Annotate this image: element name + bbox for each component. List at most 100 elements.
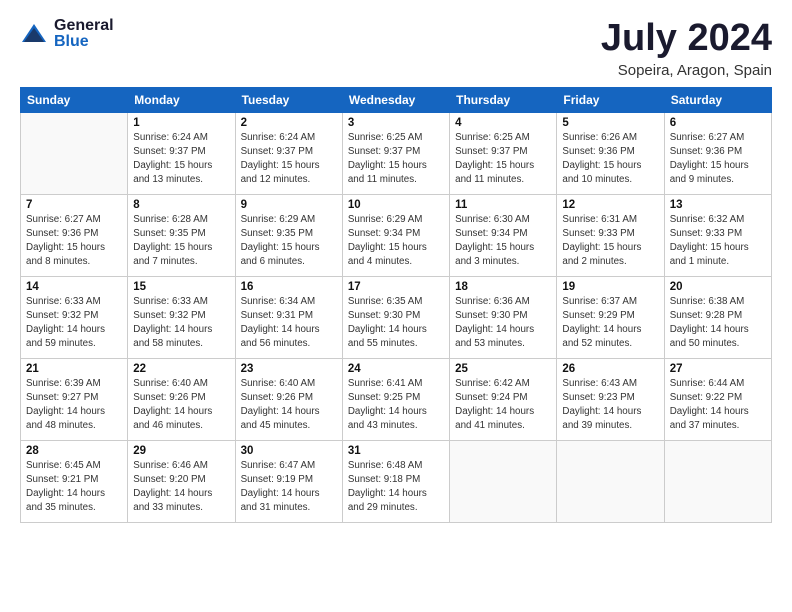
calendar-cell: 6 Sunrise: 6:27 AM Sunset: 9:36 PM Daylig… <box>664 112 771 194</box>
calendar-cell: 31Sunrise: 6:48 AM Sunset: 9:18 PM Dayli… <box>342 440 449 522</box>
day-number: 13 <box>670 199 766 211</box>
day-info: Sunrise: 6:30 AM Sunset: 9:34 PM Dayligh… <box>455 213 551 270</box>
calendar-cell: 20 Sunrise: 6:38 AM Sunset: 9:28 PM Dayli… <box>664 276 771 358</box>
logo-icon <box>20 20 48 48</box>
logo-general: General <box>54 18 114 34</box>
calendar-cell: 26 Sunrise: 6:43 AM Sunset: 9:23 PM Dayli… <box>557 358 664 440</box>
calendar-cell: 10Sunrise: 6:29 AM Sunset: 9:34 PM Dayli… <box>342 194 449 276</box>
day-number: 1 <box>133 117 229 129</box>
calendar-cell: 2 Sunrise: 6:24 AM Sunset: 9:37 PM Daylig… <box>235 112 342 194</box>
subtitle: Sopeira, Aragon, Spain <box>601 62 772 79</box>
day-info: Sunrise: 6:24 AM Sunset: 9:37 PM Dayligh… <box>133 131 229 188</box>
calendar-cell: 11 Sunrise: 6:30 AM Sunset: 9:34 PM Dayli… <box>450 194 557 276</box>
calendar-cell: 7Sunrise: 6:27 AM Sunset: 9:36 PM Daylig… <box>21 194 128 276</box>
day-info: Sunrise: 6:31 AM Sunset: 9:33 PM Dayligh… <box>562 213 658 270</box>
calendar-cell: 8Sunrise: 6:28 AM Sunset: 9:35 PM Daylig… <box>128 194 235 276</box>
logo: General Blue <box>20 18 114 50</box>
title-block: July 2024 Sopeira, Aragon, Spain <box>601 18 772 79</box>
calendar-cell: 24 Sunrise: 6:41 AM Sunset: 9:25 PM Dayli… <box>342 358 449 440</box>
day-number: 19 <box>562 281 658 293</box>
calendar-week-row: 7Sunrise: 6:27 AM Sunset: 9:36 PM Daylig… <box>21 194 772 276</box>
day-info: Sunrise: 6:41 AM Sunset: 9:25 PM Dayligh… <box>348 377 444 434</box>
day-info: Sunrise: 6:29 AM Sunset: 9:34 PM Dayligh… <box>348 213 444 270</box>
day-number: 23 <box>241 363 337 375</box>
day-info: Sunrise: 6:36 AM Sunset: 9:30 PM Dayligh… <box>455 295 551 352</box>
day-info: Sunrise: 6:35 AM Sunset: 9:30 PM Dayligh… <box>348 295 444 352</box>
calendar-cell: 21Sunrise: 6:39 AM Sunset: 9:27 PM Dayli… <box>21 358 128 440</box>
calendar-cell: 27Sunrise: 6:44 AM Sunset: 9:22 PM Dayli… <box>664 358 771 440</box>
calendar-cell: 14Sunrise: 6:33 AM Sunset: 9:32 PM Dayli… <box>21 276 128 358</box>
day-info: Sunrise: 6:37 AM Sunset: 9:29 PM Dayligh… <box>562 295 658 352</box>
day-info: Sunrise: 6:44 AM Sunset: 9:22 PM Dayligh… <box>670 377 766 434</box>
day-number: 30 <box>241 445 337 457</box>
day-info: Sunrise: 6:32 AM Sunset: 9:33 PM Dayligh… <box>670 213 766 270</box>
day-number: 6 <box>670 117 766 129</box>
day-number: 26 <box>562 363 658 375</box>
calendar-cell: 3Sunrise: 6:25 AM Sunset: 9:37 PM Daylig… <box>342 112 449 194</box>
day-info: Sunrise: 6:42 AM Sunset: 9:24 PM Dayligh… <box>455 377 551 434</box>
day-info: Sunrise: 6:40 AM Sunset: 9:26 PM Dayligh… <box>241 377 337 434</box>
day-info: Sunrise: 6:26 AM Sunset: 9:36 PM Dayligh… <box>562 131 658 188</box>
calendar-cell: 18 Sunrise: 6:36 AM Sunset: 9:30 PM Dayli… <box>450 276 557 358</box>
calendar-cell: 13 Sunrise: 6:32 AM Sunset: 9:33 PM Dayli… <box>664 194 771 276</box>
main-title: July 2024 <box>601 18 772 60</box>
day-info: Sunrise: 6:43 AM Sunset: 9:23 PM Dayligh… <box>562 377 658 434</box>
day-number: 3 <box>348 117 444 129</box>
day-number: 15 <box>133 281 229 293</box>
day-number: 25 <box>455 363 551 375</box>
day-info: Sunrise: 6:40 AM Sunset: 9:26 PM Dayligh… <box>133 377 229 434</box>
day-number: 5 <box>562 117 658 129</box>
calendar-cell: 25 Sunrise: 6:42 AM Sunset: 9:24 PM Dayli… <box>450 358 557 440</box>
day-info: Sunrise: 6:33 AM Sunset: 9:32 PM Dayligh… <box>133 295 229 352</box>
day-number: 18 <box>455 281 551 293</box>
calendar-cell: 29Sunrise: 6:46 AM Sunset: 9:20 PM Dayli… <box>128 440 235 522</box>
day-info: Sunrise: 6:25 AM Sunset: 9:37 PM Dayligh… <box>455 131 551 188</box>
calendar-header-tuesday: Tuesday <box>235 87 342 112</box>
calendar-header-wednesday: Wednesday <box>342 87 449 112</box>
day-info: Sunrise: 6:45 AM Sunset: 9:21 PM Dayligh… <box>26 459 122 516</box>
day-info: Sunrise: 6:29 AM Sunset: 9:35 PM Dayligh… <box>241 213 337 270</box>
logo-blue: Blue <box>54 34 114 50</box>
day-number: 16 <box>241 281 337 293</box>
day-number: 22 <box>133 363 229 375</box>
calendar-cell: 28 Sunrise: 6:45 AM Sunset: 9:21 PM Dayli… <box>21 440 128 522</box>
day-info: Sunrise: 6:34 AM Sunset: 9:31 PM Dayligh… <box>241 295 337 352</box>
calendar-cell: 17Sunrise: 6:35 AM Sunset: 9:30 PM Dayli… <box>342 276 449 358</box>
calendar-header-thursday: Thursday <box>450 87 557 112</box>
day-number: 20 <box>670 281 766 293</box>
page: General Blue July 2024 Sopeira, Aragon, … <box>0 0 792 612</box>
day-info: Sunrise: 6:39 AM Sunset: 9:27 PM Dayligh… <box>26 377 122 434</box>
calendar-cell: 5 Sunrise: 6:26 AM Sunset: 9:36 PM Daylig… <box>557 112 664 194</box>
calendar-header-saturday: Saturday <box>664 87 771 112</box>
calendar-week-row: 21Sunrise: 6:39 AM Sunset: 9:27 PM Dayli… <box>21 358 772 440</box>
day-number: 28 <box>26 445 122 457</box>
day-info: Sunrise: 6:27 AM Sunset: 9:36 PM Dayligh… <box>670 131 766 188</box>
calendar-cell: 4 Sunrise: 6:25 AM Sunset: 9:37 PM Daylig… <box>450 112 557 194</box>
day-info: Sunrise: 6:33 AM Sunset: 9:32 PM Dayligh… <box>26 295 122 352</box>
calendar-cell: 16 Sunrise: 6:34 AM Sunset: 9:31 PM Dayli… <box>235 276 342 358</box>
day-info: Sunrise: 6:38 AM Sunset: 9:28 PM Dayligh… <box>670 295 766 352</box>
calendar-cell: 15 Sunrise: 6:33 AM Sunset: 9:32 PM Dayli… <box>128 276 235 358</box>
calendar-cell: 19 Sunrise: 6:37 AM Sunset: 9:29 PM Dayli… <box>557 276 664 358</box>
calendar-header-monday: Monday <box>128 87 235 112</box>
calendar-cell: 30Sunrise: 6:47 AM Sunset: 9:19 PM Dayli… <box>235 440 342 522</box>
day-info: Sunrise: 6:46 AM Sunset: 9:20 PM Dayligh… <box>133 459 229 516</box>
calendar-cell: 9Sunrise: 6:29 AM Sunset: 9:35 PM Daylig… <box>235 194 342 276</box>
calendar-week-row: 1 Sunrise: 6:24 AM Sunset: 9:37 PM Daylig… <box>21 112 772 194</box>
day-number: 8 <box>133 199 229 211</box>
day-info: Sunrise: 6:24 AM Sunset: 9:37 PM Dayligh… <box>241 131 337 188</box>
calendar-header-friday: Friday <box>557 87 664 112</box>
day-number: 4 <box>455 117 551 129</box>
calendar-cell <box>450 440 557 522</box>
day-number: 2 <box>241 117 337 129</box>
day-number: 24 <box>348 363 444 375</box>
calendar-header-row: SundayMondayTuesdayWednesdayThursdayFrid… <box>21 87 772 112</box>
calendar-cell: 1 Sunrise: 6:24 AM Sunset: 9:37 PM Daylig… <box>128 112 235 194</box>
calendar-cell <box>21 112 128 194</box>
logo-text: General Blue <box>54 18 114 50</box>
day-number: 11 <box>455 199 551 211</box>
calendar-week-row: 14Sunrise: 6:33 AM Sunset: 9:32 PM Dayli… <box>21 276 772 358</box>
day-info: Sunrise: 6:48 AM Sunset: 9:18 PM Dayligh… <box>348 459 444 516</box>
day-number: 7 <box>26 199 122 211</box>
day-number: 12 <box>562 199 658 211</box>
